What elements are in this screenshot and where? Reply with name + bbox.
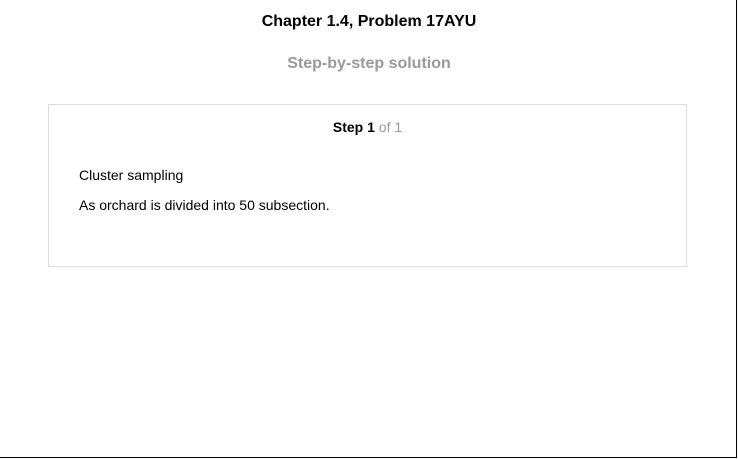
step-label: Step: [332, 119, 364, 135]
step-text-line: Cluster sampling: [79, 167, 184, 183]
step-number: 1: [367, 119, 375, 135]
solution-subtitle: Step-by-step solution: [287, 55, 451, 72]
page-title: Chapter 1.4, Problem 17AYU: [261, 13, 477, 30]
step-text-line: As orchard is divided into 50 subsection…: [79, 197, 330, 213]
step-total: of 1: [378, 119, 403, 135]
step-body: Cluster sampling As orchard is divided i…: [79, 167, 666, 227]
step-card: Step 1 of 1 Cluster sampling As orchard …: [48, 104, 687, 267]
step-header: Step 1 of 1: [49, 119, 686, 135]
